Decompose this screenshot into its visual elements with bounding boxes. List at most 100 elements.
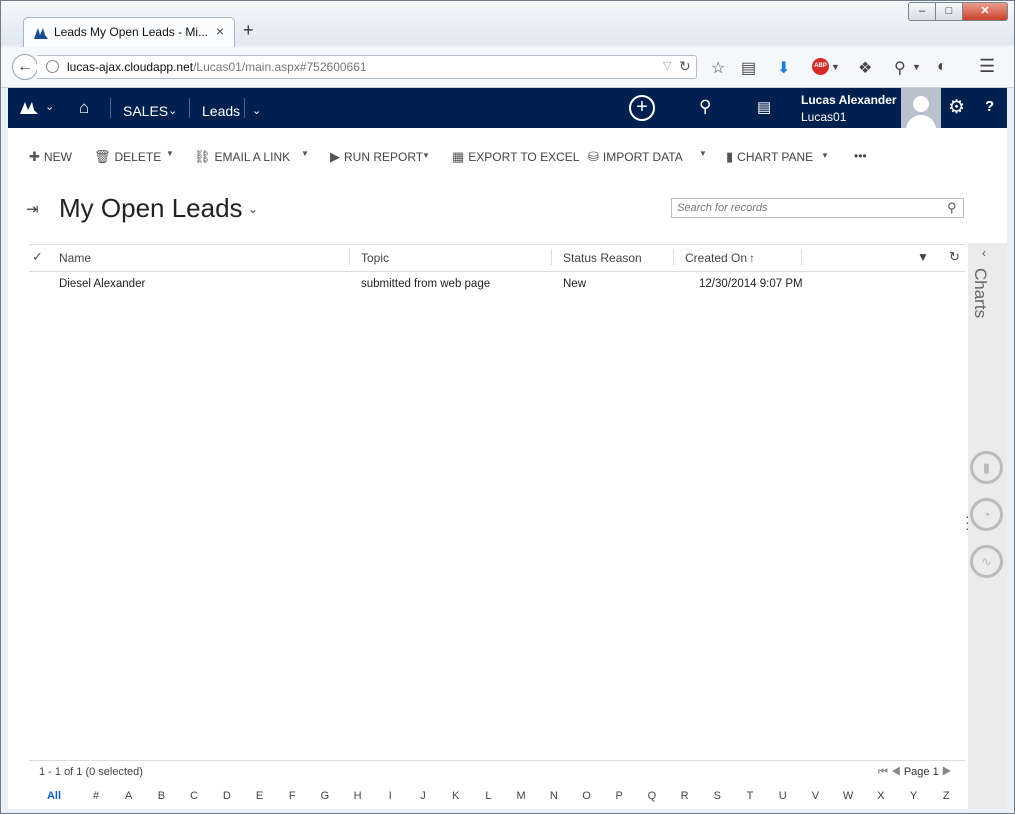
run-report-dropdown-icon[interactable]: ▼ xyxy=(422,151,430,160)
more-commands-button[interactable]: ••• xyxy=(854,149,867,163)
chevron-left-icon[interactable]: ‹ xyxy=(982,246,986,260)
dynamics-logo-icon[interactable] xyxy=(19,101,39,115)
refresh-icon[interactable]: ↻ xyxy=(949,249,960,265)
alpha-filter-i[interactable]: I xyxy=(389,790,392,802)
pin-icon[interactable]: ⇥ xyxy=(26,200,39,218)
advanced-find-icon[interactable]: ▤ xyxy=(757,98,771,116)
alpha-filter-e[interactable]: E xyxy=(256,790,263,802)
delete-dropdown-icon[interactable]: ▼ xyxy=(166,149,174,158)
view-selector-chevron-icon[interactable]: ⌄ xyxy=(248,202,258,216)
avatar[interactable] xyxy=(901,88,941,128)
alpha-filter-h[interactable]: H xyxy=(354,790,362,802)
cell-name[interactable]: Diesel Alexander xyxy=(59,278,145,290)
bookmark-star-icon[interactable]: ☆ xyxy=(711,58,725,78)
search-input[interactable] xyxy=(672,199,942,217)
url-text[interactable]: lucas-ajax.cloudapp.net/Lucas01/main.asp… xyxy=(67,60,367,74)
home-icon[interactable]: ⌂ xyxy=(79,98,89,118)
next-page-icon[interactable]: ▶ xyxy=(942,766,952,778)
menu-hamburger-icon[interactable]: ☰ xyxy=(979,56,995,77)
user-name[interactable]: Lucas Alexander xyxy=(801,93,897,107)
address-bar[interactable]: lucas-ajax.cloudapp.net/Lucas01/main.asp… xyxy=(37,55,697,79)
column-header-topic[interactable]: Topic xyxy=(361,251,389,265)
email-link-dropdown-icon[interactable]: ▼ xyxy=(301,149,309,158)
back-arrow-icon[interactable]: ← xyxy=(12,54,38,80)
resize-handle-icon[interactable]: · · · xyxy=(965,509,970,535)
plus-circle-icon[interactable]: + xyxy=(629,95,655,121)
import-data-button[interactable]: ⛁ IMPORT DATA xyxy=(588,149,683,165)
delete-button[interactable]: 🗑 DELETE xyxy=(94,149,161,165)
alpha-filter-a[interactable]: A xyxy=(125,790,132,802)
url-history-dropdown-icon[interactable]: ▽ xyxy=(663,59,671,72)
chevron-down-icon[interactable]: ⌄ xyxy=(45,100,54,113)
alpha-filter-d[interactable]: D xyxy=(223,790,231,802)
maximize-button[interactable]: □ xyxy=(935,2,963,21)
table-row[interactable]: Diesel Alexander submitted from web page… xyxy=(29,272,965,298)
alpha-filter-u[interactable]: U xyxy=(779,790,787,802)
minimize-button[interactable]: – xyxy=(908,2,936,21)
alpha-filter-m[interactable]: M xyxy=(517,790,526,802)
reload-icon[interactable]: ↻ xyxy=(679,58,691,75)
close-window-button[interactable]: ✕ xyxy=(962,2,1008,21)
alpha-filter-all[interactable]: All xyxy=(47,790,61,802)
export-excel-button[interactable]: ▦ EXPORT TO EXCEL xyxy=(452,149,579,165)
bar-chart-icon[interactable]: ▮ xyxy=(970,451,1003,484)
gear-icon[interactable]: ⚙ xyxy=(948,96,965,119)
private-mask-icon[interactable]: ◐ xyxy=(937,58,947,76)
new-tab-button[interactable]: + xyxy=(243,20,254,41)
chart-pane-dropdown-icon[interactable]: ▼ xyxy=(821,151,829,160)
pie-chart-icon[interactable]: ◔ xyxy=(970,498,1003,531)
column-header-created-on[interactable]: Created On ↑ xyxy=(685,251,755,265)
alpha-filter-n[interactable]: N xyxy=(550,790,558,802)
browser-tab[interactable]: Leads My Open Leads - Mi... × xyxy=(23,17,235,47)
email-link-button[interactable]: ⛓ EMAIL A LINK xyxy=(194,149,290,165)
alpha-filter-j[interactable]: J xyxy=(420,790,426,802)
adblock-dropdown-icon[interactable]: ▼ xyxy=(831,62,840,72)
column-header-status-reason[interactable]: Status Reason xyxy=(563,251,642,265)
alpha-filter-f[interactable]: F xyxy=(289,790,296,802)
alpha-filter-g[interactable]: G xyxy=(321,790,330,802)
column-divider[interactable] xyxy=(673,249,674,265)
alpha-filter-o[interactable]: O xyxy=(582,790,591,802)
alpha-filter-s[interactable]: S xyxy=(714,790,721,802)
tab-close-icon[interactable]: × xyxy=(216,23,224,39)
alpha-filter-l[interactable]: L xyxy=(485,790,491,802)
adblock-icon[interactable]: ABP xyxy=(812,58,829,75)
user-organization[interactable]: Lucas01 xyxy=(801,110,846,124)
extension-tool-icon[interactable]: ⚲ xyxy=(894,58,906,78)
charts-label[interactable]: Charts xyxy=(970,268,990,318)
column-divider[interactable] xyxy=(349,249,350,265)
chart-pane-button[interactable]: ▮ CHART PANE xyxy=(726,149,813,165)
chevron-down-icon[interactable]: ⌄ xyxy=(168,104,177,117)
previous-page-icon[interactable]: ◀ xyxy=(891,766,901,778)
chevron-down-icon[interactable]: ⌄ xyxy=(252,104,261,117)
help-button[interactable]: ? xyxy=(985,98,994,115)
alpha-filter-r[interactable]: R xyxy=(681,790,689,802)
run-report-button[interactable]: ▶ RUN REPORT xyxy=(330,149,423,165)
reading-list-icon[interactable]: ▤ xyxy=(741,58,756,78)
nav-area-sales[interactable]: SALES xyxy=(123,103,168,119)
alpha-filter-q[interactable]: Q xyxy=(648,790,657,802)
extension-icon[interactable]: ❖ xyxy=(858,58,872,78)
column-divider[interactable] xyxy=(551,249,552,265)
alpha-filter-y[interactable]: Y xyxy=(910,790,917,802)
new-button[interactable]: ✚ NEW xyxy=(29,149,72,165)
nav-entity-leads[interactable]: Leads xyxy=(202,103,240,119)
select-all-checkbox[interactable]: ✓ xyxy=(32,249,43,265)
extension-dropdown-icon[interactable]: ▼ xyxy=(912,62,921,72)
column-divider[interactable] xyxy=(801,249,802,265)
alpha-filter-t[interactable]: T xyxy=(747,790,754,802)
page-title[interactable]: My Open Leads xyxy=(59,193,243,224)
import-data-dropdown-icon[interactable]: ▼ xyxy=(699,149,707,158)
line-chart-icon[interactable]: ∿ xyxy=(970,545,1003,578)
alpha-filter-v[interactable]: V xyxy=(812,790,819,802)
search-icon[interactable]: ⚲ xyxy=(699,97,711,117)
search-icon[interactable]: ⚲ xyxy=(947,200,957,216)
alpha-filter-w[interactable]: W xyxy=(843,790,853,802)
filter-icon[interactable]: ▼ xyxy=(917,250,929,264)
alpha-filter-c[interactable]: C xyxy=(190,790,198,802)
alpha-filter-b[interactable]: B xyxy=(158,790,165,802)
alpha-filter-p[interactable]: P xyxy=(616,790,623,802)
alpha-filter-k[interactable]: K xyxy=(452,790,459,802)
download-icon[interactable]: ⬇ xyxy=(777,58,790,78)
alpha-filter-hash[interactable]: # xyxy=(93,790,99,802)
